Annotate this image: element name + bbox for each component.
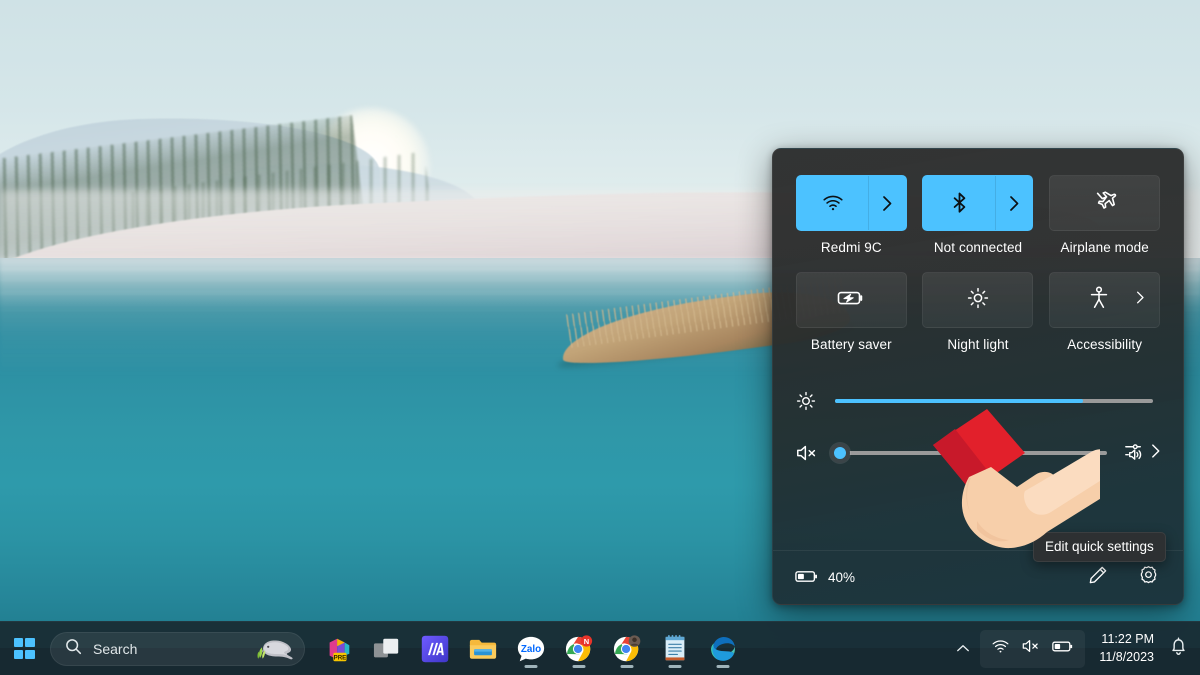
svg-text:Zalo: Zalo bbox=[521, 643, 541, 654]
taskbar-app-file-explorer[interactable] bbox=[461, 627, 505, 671]
taskbar[interactable]: Search bbox=[0, 621, 1200, 675]
taskbar-app-zalo[interactable]: Zalo bbox=[509, 627, 553, 671]
accessibility-icon bbox=[1089, 286, 1109, 315]
pencil-icon[interactable] bbox=[1088, 565, 1108, 590]
quick-tile-night-light: Night light bbox=[922, 272, 1035, 353]
windows-logo-icon bbox=[14, 638, 35, 659]
quick-settings-tile-grid: Redmi 9C Not connected bbox=[773, 149, 1183, 353]
tray-wifi-icon[interactable] bbox=[991, 639, 1010, 659]
taskbar-app-notepad[interactable] bbox=[653, 627, 697, 671]
taskbar-app-chrome-n[interactable]: N bbox=[557, 627, 601, 671]
bluetooth-tile-label: Not connected bbox=[934, 240, 1022, 256]
wifi-chevron-icon[interactable] bbox=[868, 176, 906, 230]
battery-40-icon bbox=[795, 569, 819, 587]
start-button[interactable] bbox=[4, 629, 44, 669]
quick-tile-airplane-mode: Airplane mode bbox=[1048, 175, 1161, 256]
svg-text:N: N bbox=[584, 636, 589, 645]
night-light-tile-label: Night light bbox=[947, 337, 1008, 353]
taskbar-clock[interactable]: 11:22 PM 11/8/2023 bbox=[1087, 631, 1162, 666]
running-indicator bbox=[717, 665, 730, 668]
svg-text:PRE: PRE bbox=[334, 654, 347, 661]
battery-saver-tile-label: Battery saver bbox=[811, 337, 892, 353]
volume-muted-icon[interactable] bbox=[795, 443, 833, 463]
clock-date: 11/8/2023 bbox=[1099, 649, 1154, 666]
volume-slider-row bbox=[795, 427, 1161, 479]
taskbar-app-movavi[interactable] bbox=[413, 627, 457, 671]
brightness-slider-track[interactable] bbox=[835, 399, 1153, 403]
chevron-up-icon[interactable] bbox=[956, 640, 970, 658]
airplane-icon bbox=[1093, 190, 1117, 217]
running-indicator bbox=[525, 665, 538, 668]
search-box[interactable]: Search bbox=[50, 632, 305, 666]
brightness-slider-row bbox=[795, 375, 1161, 427]
airplane-mode-tile-button[interactable] bbox=[1049, 175, 1160, 231]
tray-volume-muted-icon[interactable] bbox=[1021, 638, 1041, 659]
running-indicator bbox=[621, 665, 634, 668]
quick-tile-bluetooth: Not connected bbox=[922, 175, 1035, 256]
taskbar-left-group: Search bbox=[0, 627, 745, 671]
quick-tile-wifi: Redmi 9C bbox=[795, 175, 908, 256]
footer-action-buttons bbox=[1083, 563, 1163, 593]
bluetooth-chevron-icon[interactable] bbox=[995, 176, 1033, 230]
taskbar-app-office-pre[interactable]: PRE bbox=[317, 627, 361, 671]
bluetooth-icon[interactable] bbox=[923, 176, 994, 230]
search-input[interactable]: Search bbox=[93, 641, 239, 657]
taskbar-app-icons: PRE bbox=[317, 627, 745, 671]
audio-mixer-icon[interactable] bbox=[1124, 440, 1148, 467]
taskbar-task-view-button[interactable] bbox=[365, 627, 409, 671]
edit-quick-settings-tooltip: Edit quick settings bbox=[1033, 532, 1166, 562]
bell-icon[interactable] bbox=[1170, 637, 1187, 661]
accessibility-chevron-icon[interactable] bbox=[1136, 290, 1145, 310]
volume-slider-track[interactable] bbox=[835, 451, 1107, 455]
night-light-icon bbox=[966, 286, 990, 315]
accessibility-tile-label: Accessibility bbox=[1067, 337, 1142, 353]
notifications-button[interactable] bbox=[1164, 630, 1192, 668]
audio-mixer-chevron-icon[interactable] bbox=[1151, 443, 1161, 464]
battery-saver-tile-button[interactable] bbox=[796, 272, 907, 328]
system-tray: 11:22 PM 11/8/2023 bbox=[948, 630, 1200, 668]
battery-saver-icon bbox=[837, 289, 865, 312]
tray-battery-icon[interactable] bbox=[1052, 640, 1074, 658]
tray-overflow-button[interactable] bbox=[948, 631, 978, 667]
audio-mixer-button[interactable] bbox=[1117, 440, 1161, 467]
manatee-icon bbox=[250, 635, 296, 663]
brightness-slider-fill bbox=[835, 399, 1083, 403]
wifi-icon[interactable] bbox=[797, 176, 868, 230]
brightness-icon bbox=[795, 390, 833, 412]
taskbar-app-edge[interactable] bbox=[701, 627, 745, 671]
open-settings-button[interactable] bbox=[1133, 563, 1163, 593]
airplane-mode-tile-label: Airplane mode bbox=[1060, 240, 1148, 256]
running-indicator bbox=[669, 665, 682, 668]
volume-slider-thumb[interactable] bbox=[830, 443, 850, 463]
accessibility-tile-button[interactable] bbox=[1049, 272, 1160, 328]
battery-percent-label: 40% bbox=[828, 570, 855, 585]
taskbar-app-chrome-profile[interactable] bbox=[605, 627, 649, 671]
clock-time: 11:22 PM bbox=[1101, 631, 1154, 648]
tray-status-icons[interactable] bbox=[980, 630, 1085, 668]
search-icon bbox=[65, 638, 82, 660]
edit-quick-settings-button[interactable] bbox=[1083, 563, 1113, 593]
battery-status[interactable]: 40% bbox=[795, 569, 855, 587]
night-light-tile-button[interactable] bbox=[922, 272, 1033, 328]
bluetooth-tile-button[interactable] bbox=[922, 175, 1033, 231]
quick-settings-sliders bbox=[773, 353, 1183, 479]
wifi-tile-button[interactable] bbox=[796, 175, 907, 231]
wifi-tile-label: Redmi 9C bbox=[821, 240, 882, 256]
running-indicator bbox=[573, 665, 586, 668]
gear-icon[interactable] bbox=[1138, 565, 1159, 591]
quick-tile-accessibility: Accessibility bbox=[1048, 272, 1161, 353]
quick-tile-battery-saver: Battery saver bbox=[795, 272, 908, 353]
